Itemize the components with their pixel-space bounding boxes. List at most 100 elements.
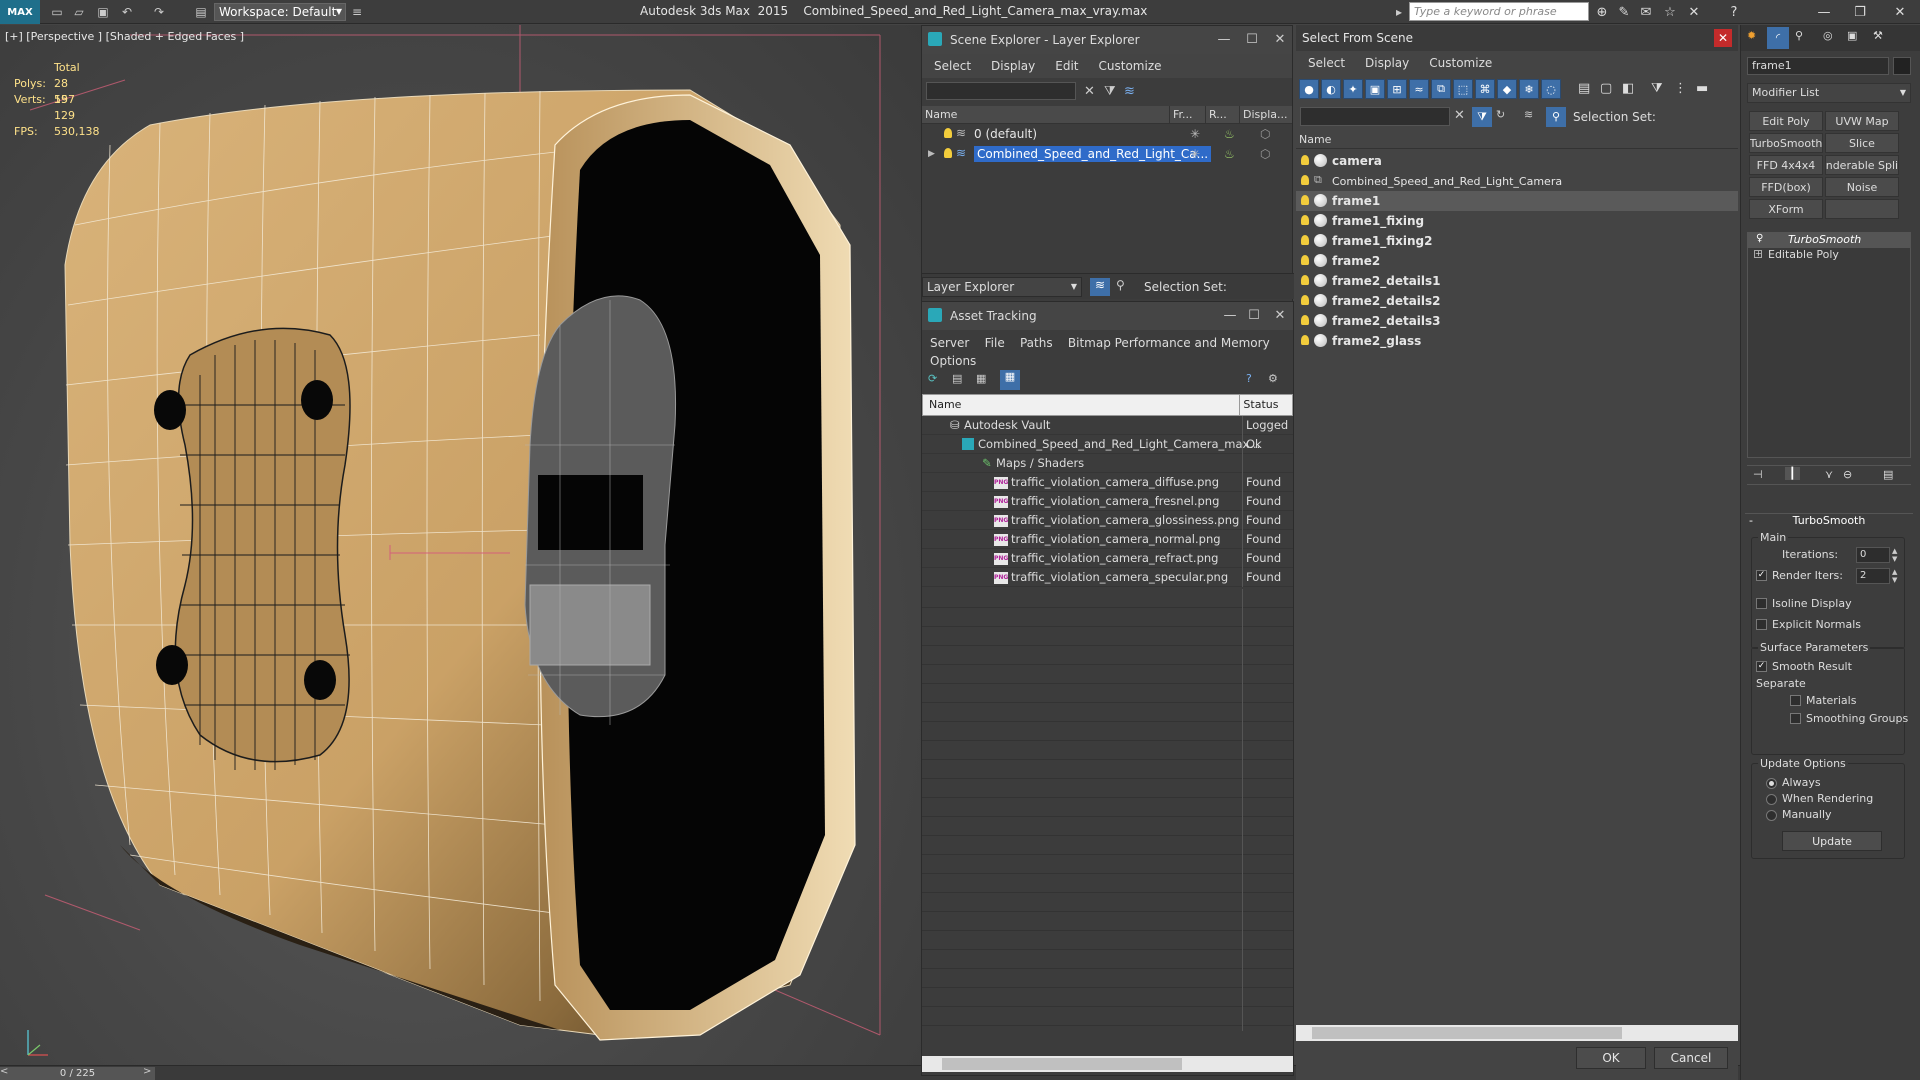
- render-iters-spinner[interactable]: 2: [1856, 568, 1890, 584]
- column-frozen[interactable]: Fr...: [1170, 105, 1206, 124]
- hidden-filter-icon[interactable]: ◌: [1541, 79, 1561, 99]
- lightbulb-icon[interactable]: [1301, 315, 1309, 325]
- create-tab-icon[interactable]: ✹: [1747, 29, 1756, 42]
- menu-select[interactable]: Select: [1308, 56, 1345, 70]
- utilities-tab-icon[interactable]: ⚒: [1873, 29, 1883, 42]
- open-file-icon[interactable]: ▱: [70, 3, 88, 21]
- remove-modifier-icon[interactable]: ⊖: [1843, 468, 1852, 481]
- explorer-type-dropdown[interactable]: Layer Explorer ▼: [922, 277, 1082, 297]
- display-box-icon[interactable]: ⬡: [1260, 147, 1270, 161]
- isoline-checkbox[interactable]: [1756, 598, 1767, 609]
- clear-icon[interactable]: ✕: [1084, 84, 1095, 99]
- table-row[interactable]: PNG traffic_violation_camera_refract.png …: [922, 549, 1293, 568]
- explicit-normals-checkbox[interactable]: [1756, 619, 1767, 630]
- layer-row[interactable]: ▶ ≋ Combined_Speed_and_Red_Light_Ca... ✳…: [922, 144, 1292, 164]
- help-icon[interactable]: ?: [1724, 3, 1744, 21]
- smooth-result-checkbox[interactable]: ✓: [1756, 661, 1767, 672]
- favorites-star-icon[interactable]: ☆: [1660, 3, 1680, 21]
- turbosmooth-button[interactable]: TurboSmooth: [1749, 133, 1823, 153]
- perspective-viewport[interactable]: [+] [Perspective ] [Shaded + Edged Faces…: [0, 25, 921, 1065]
- filter-active-icon[interactable]: ⧩: [1472, 107, 1492, 127]
- scrollbar-thumb[interactable]: [942, 1058, 1182, 1070]
- scrollbar-thumb[interactable]: [1312, 1027, 1622, 1039]
- table-view-icon[interactable]: ▦: [1000, 370, 1020, 390]
- lightbulb-icon[interactable]: ♀: [1756, 233, 1763, 244]
- list-item[interactable]: frame2_glass: [1296, 331, 1738, 351]
- spinner-arrows-icon[interactable]: ▲ ▼: [1892, 568, 1897, 584]
- collapse-icon[interactable]: -: [1749, 514, 1753, 527]
- select-none-icon[interactable]: ▢: [1600, 81, 1612, 96]
- lightbulb-icon[interactable]: [1301, 235, 1309, 245]
- restore-icon[interactable]: ❐: [1840, 0, 1880, 24]
- uvw-map-button[interactable]: UVW Map: [1825, 111, 1899, 131]
- minimize-icon[interactable]: —: [1212, 29, 1236, 49]
- tools-icon[interactable]: ✎: [1614, 3, 1634, 21]
- select-invert-icon[interactable]: ◧: [1622, 81, 1634, 96]
- close-icon[interactable]: ✕: [1880, 0, 1920, 24]
- list-view-icon[interactable]: ▤: [952, 372, 962, 385]
- spinner-arrows-icon[interactable]: ▲ ▼: [1892, 547, 1897, 563]
- groups-filter-icon[interactable]: ⧉: [1431, 79, 1451, 99]
- empty-modifier-button[interactable]: [1825, 199, 1899, 219]
- table-row[interactable]: Combined_Speed_and_Red_Light_Camera_max.…: [922, 435, 1293, 454]
- layer-mode-icon[interactable]: ≋: [1090, 278, 1110, 296]
- ok-button[interactable]: OK: [1576, 1047, 1646, 1069]
- expand-arrow-icon[interactable]: ▶: [928, 149, 935, 159]
- layer-row[interactable]: ≋ 0 (default) ✳ ♨ ⬡: [922, 124, 1292, 144]
- shapes-filter-icon[interactable]: ◐: [1321, 79, 1341, 99]
- list-item[interactable]: frame1_fixing2: [1296, 231, 1738, 251]
- menu-customize[interactable]: Customize: [1099, 59, 1162, 73]
- rollout-header[interactable]: - TurboSmooth: [1745, 513, 1913, 529]
- freeze-icon[interactable]: ✳: [1190, 147, 1200, 161]
- table-row[interactable]: PNG traffic_violation_camera_specular.png…: [922, 568, 1293, 587]
- binoculars-icon[interactable]: ⊕: [1592, 3, 1612, 21]
- horizontal-scrollbar[interactable]: [922, 1056, 1293, 1072]
- lightbulb-icon[interactable]: [944, 128, 952, 138]
- time-slider[interactable]: 0 / 225: [0, 1067, 155, 1080]
- hierarchy-icon[interactable]: ⚲: [1116, 278, 1125, 292]
- asset-tracking-titlebar[interactable]: Asset Tracking — ☐ ✕: [922, 302, 1293, 330]
- show-end-result-icon[interactable]: ┃: [1785, 467, 1800, 480]
- edit-poly-button[interactable]: Edit Poly: [1749, 111, 1823, 131]
- communication-icon[interactable]: ✉: [1636, 3, 1656, 21]
- layer-name[interactable]: 0 (default): [974, 127, 1037, 141]
- freeze-icon[interactable]: ✳: [1190, 127, 1200, 141]
- render-teapot-icon[interactable]: ♨: [1224, 147, 1235, 161]
- slider-prev-icon[interactable]: <: [0, 1066, 12, 1080]
- display-tab-icon[interactable]: ▣: [1847, 29, 1857, 42]
- table-row[interactable]: ⛁ Autodesk Vault Logged: [922, 416, 1293, 435]
- when-rendering-radio[interactable]: [1766, 794, 1777, 805]
- column-name[interactable]: Name: [923, 394, 1241, 416]
- save-file-icon[interactable]: ▣: [94, 3, 112, 21]
- geometry-filter-icon[interactable]: ●: [1299, 79, 1319, 99]
- table-row[interactable]: ✎ Maps / Shaders: [922, 454, 1293, 473]
- redo-icon[interactable]: ↷: [150, 3, 168, 21]
- table-row[interactable]: PNG traffic_violation_camera_normal.png F…: [922, 530, 1293, 549]
- column-render[interactable]: R...: [1206, 105, 1240, 124]
- modifier-list-dropdown[interactable]: Modifier List ▼: [1747, 83, 1911, 103]
- object-name-field[interactable]: frame1: [1747, 57, 1889, 75]
- slider-next-icon[interactable]: >: [143, 1066, 155, 1080]
- bones-filter-icon[interactable]: ⌘: [1475, 79, 1495, 99]
- menu-paths[interactable]: Paths: [1020, 336, 1053, 350]
- collapse-icon[interactable]: ▬: [1696, 81, 1708, 96]
- renderable-spline-button[interactable]: enderable Splin: [1825, 155, 1899, 175]
- containers-filter-icon[interactable]: ◆: [1497, 79, 1517, 99]
- find-input[interactable]: [1300, 107, 1450, 126]
- hierarchy-tab-icon[interactable]: ⚲: [1795, 29, 1803, 42]
- viewport-label[interactable]: [+] [Perspective ] [Shaded + Edged Faces…: [5, 30, 244, 43]
- hierarchy-filter-icon[interactable]: ⋮: [1674, 81, 1687, 96]
- render-iters-checkbox[interactable]: ✓: [1756, 570, 1767, 581]
- lights-filter-icon[interactable]: ✦: [1343, 79, 1363, 99]
- layer-name[interactable]: Combined_Speed_and_Red_Light_Ca...: [974, 146, 1212, 162]
- workspace-dropdown[interactable]: Workspace: Default ▼: [214, 3, 346, 21]
- hierarchy-icon[interactable]: ⚲: [1546, 107, 1566, 127]
- render-teapot-icon[interactable]: ♨: [1224, 127, 1235, 141]
- table-row[interactable]: PNG traffic_violation_camera_diffuse.png …: [922, 473, 1293, 492]
- noise-button[interactable]: Noise: [1825, 177, 1899, 197]
- lightbulb-icon[interactable]: [1301, 175, 1309, 185]
- infocenter-arrow-icon[interactable]: ▸: [1390, 3, 1408, 21]
- workspace-menu-icon[interactable]: ≡: [348, 3, 366, 21]
- make-unique-icon[interactable]: ⋎: [1825, 468, 1833, 481]
- lightbulb-icon[interactable]: [1301, 255, 1309, 265]
